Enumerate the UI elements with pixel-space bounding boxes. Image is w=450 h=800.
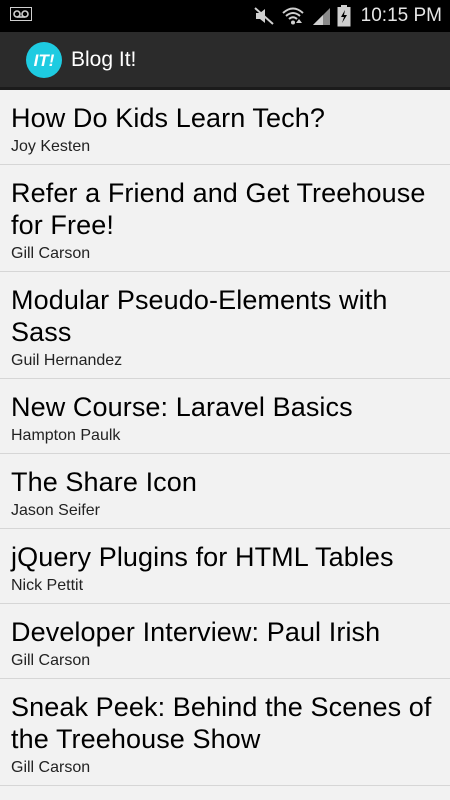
- voicemail-icon: [10, 6, 32, 26]
- post-title: Refer a Friend and Get Treehouse for Fre…: [11, 178, 426, 240]
- app-title: Blog It!: [71, 47, 137, 71]
- list-item[interactable]: Developer Interview: Paul Irish Gill Car…: [0, 604, 450, 679]
- signal-icon: [311, 6, 331, 26]
- status-bar: 10:15 PM: [0, 0, 450, 32]
- post-author: Gill Carson: [11, 652, 91, 669]
- post-title: New Course: Laravel Basics: [11, 392, 353, 422]
- app-logo-text: IT!: [34, 51, 55, 70]
- list-item[interactable]: Refer a Friend and Get Treehouse for Fre…: [0, 165, 450, 272]
- battery-charging-icon: [337, 5, 351, 27]
- status-time: 10:15 PM: [360, 5, 442, 26]
- post-author: Gill Carson: [11, 245, 91, 262]
- post-author: Gill Carson: [11, 759, 91, 776]
- wifi-icon: [281, 6, 305, 26]
- post-author: Nick Pettit: [11, 577, 84, 594]
- post-author: Guil Hernandez: [11, 352, 123, 369]
- list-item[interactable]: How Do Kids Learn Tech? Joy Kesten: [0, 90, 450, 165]
- list-item[interactable]: New Course: Laravel Basics Hampton Paulk: [0, 379, 450, 454]
- post-list: How Do Kids Learn Tech? Joy Kesten Refer…: [0, 90, 450, 786]
- post-title: Developer Interview: Paul Irish: [11, 617, 381, 647]
- list-item[interactable]: Sneak Peek: Behind the Scenes of the Tre…: [0, 679, 450, 786]
- post-title: The Share Icon: [11, 467, 198, 497]
- list-item[interactable]: jQuery Plugins for HTML Tables Nick Pett…: [0, 529, 450, 604]
- post-author: Jason Seifer: [11, 502, 100, 519]
- mute-icon: [253, 6, 275, 26]
- list-item[interactable]: Modular Pseudo-Elements with Sass Guil H…: [0, 272, 450, 379]
- post-title: How Do Kids Learn Tech?: [11, 103, 325, 133]
- app-logo-icon[interactable]: IT!: [26, 41, 62, 78]
- post-title: jQuery Plugins for HTML Tables: [11, 542, 394, 572]
- post-author: Hampton Paulk: [11, 427, 121, 444]
- post-title: Sneak Peek: Behind the Scenes of the Tre…: [11, 692, 432, 754]
- list-item[interactable]: The Share Icon Jason Seifer: [0, 454, 450, 529]
- post-title: Modular Pseudo-Elements with Sass: [11, 285, 388, 347]
- action-bar: IT! Blog It!: [0, 32, 450, 90]
- post-author: Joy Kesten: [11, 138, 91, 155]
